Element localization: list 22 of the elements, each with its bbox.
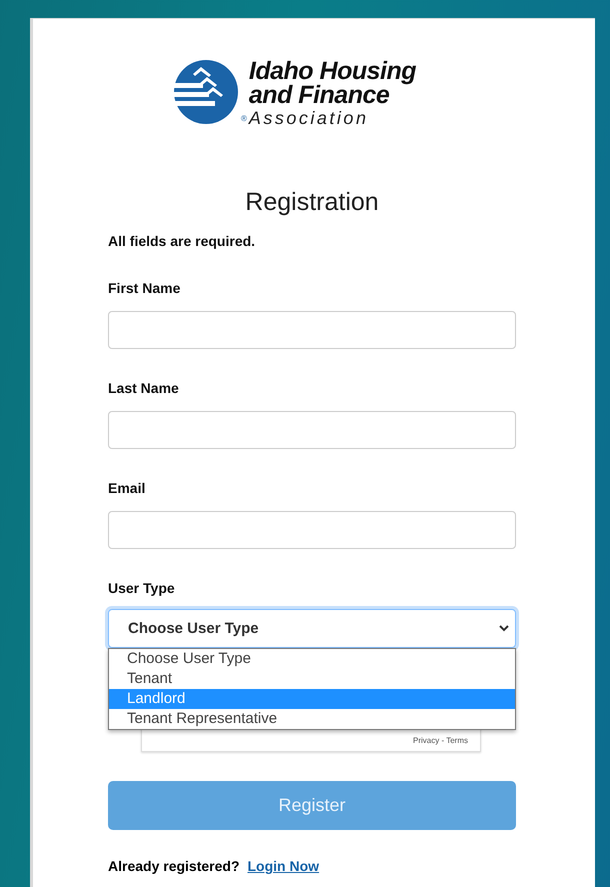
input-field[interactable] [108,511,516,549]
dropdown-option[interactable]: Tenant [109,669,515,689]
page-title: Registration [245,187,379,217]
required-note: All fields are required. [108,233,256,249]
logo-text: and Finance [248,83,390,107]
input-field[interactable] [108,311,516,349]
chevron-down-icon [499,625,509,632]
field-label: Email [108,480,146,496]
logo-text: Idaho Housing [248,59,416,83]
login-prompt: Already registered? [108,858,240,874]
login-link[interactable]: Login Now [248,858,320,874]
registered-mark: ® [241,114,247,123]
field-label: User Type [108,580,176,596]
logo-icon [173,59,239,125]
captcha-links[interactable]: Privacy - Terms [413,736,468,745]
field-label: First Name [108,280,182,296]
field-label: Last Name [108,380,180,396]
user-type-select[interactable]: Choose User Type [108,609,516,648]
input-field[interactable] [108,411,516,449]
logo-text: Association [248,107,370,129]
dropdown-option[interactable]: Choose User Type [109,649,515,669]
dropdown-option[interactable]: Tenant Representative [109,709,515,729]
